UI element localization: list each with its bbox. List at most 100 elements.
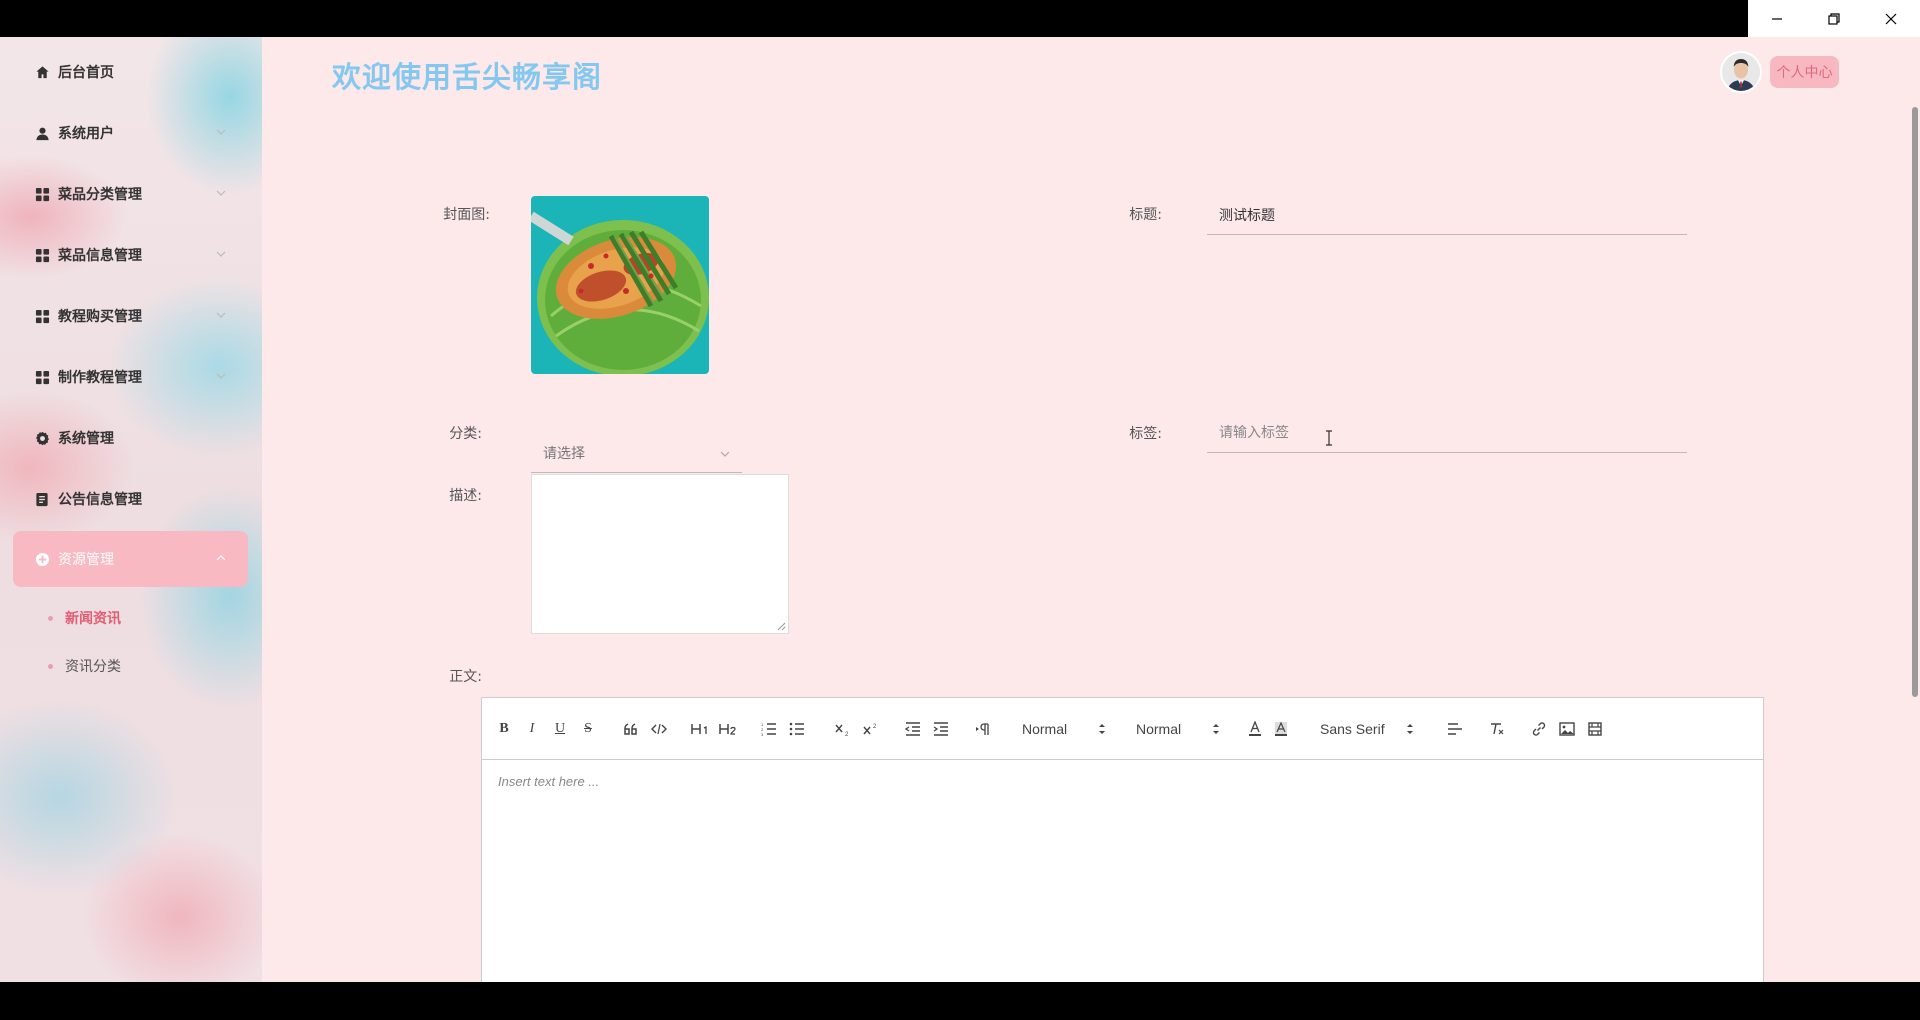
sidebar-item-resource-management[interactable]: 资源管理 [13, 531, 248, 587]
indent-button[interactable] [932, 720, 950, 738]
cover-image-upload[interactable] [531, 196, 709, 374]
header-1-button[interactable] [690, 720, 710, 738]
restore-button[interactable] [1805, 0, 1862, 37]
category-select[interactable]: 请选择 [531, 433, 742, 473]
ordered-list-button[interactable]: 123 [760, 720, 778, 738]
title-label: 标题: [1129, 207, 1162, 223]
quote-icon [624, 723, 637, 735]
font-picker-value: Sans Serif [1320, 721, 1385, 737]
svg-text:2: 2 [845, 732, 849, 736]
picker-arrows-icon [1213, 724, 1219, 734]
sidebar-item-label: 公告信息管理 [58, 492, 142, 508]
bold-button[interactable]: B [496, 720, 512, 738]
pilcrow-icon [976, 723, 989, 735]
link-icon [1532, 722, 1546, 736]
header-2-button[interactable] [718, 720, 738, 738]
tags-input[interactable] [1207, 413, 1687, 453]
scrollbar-thumb[interactable] [1912, 107, 1918, 697]
sidebar-item-tutorial-purchase[interactable]: 教程购买管理 [0, 291, 262, 341]
window-controls [1748, 0, 1920, 37]
link-button[interactable] [1530, 720, 1548, 738]
bullet-list-button[interactable] [788, 720, 806, 738]
sidebar-subitem-label: 资讯分类 [65, 659, 121, 675]
avatar-portrait [1722, 53, 1760, 91]
highlight-icon [1275, 721, 1287, 736]
sidebar-item-label: 后台首页 [58, 65, 114, 81]
blockquote-button[interactable] [622, 720, 640, 738]
sidebar: 后台首页 系统用户 菜品分类管理 菜品信息管理 教程购买管理 制作教程管理 系统… [0, 37, 262, 982]
sidebar-item-label: 资源管理 [58, 552, 114, 568]
sidebar-item-label: 教程购买管理 [58, 309, 142, 325]
strike-button[interactable]: S [580, 720, 596, 738]
sidebar-item-tutorial-making[interactable]: 制作教程管理 [0, 352, 262, 402]
image-button[interactable] [1558, 720, 1576, 738]
profile-center-button[interactable]: 个人中心 [1770, 56, 1839, 88]
background-color-button[interactable] [1272, 720, 1290, 738]
minimize-button[interactable] [1748, 0, 1805, 37]
size-picker[interactable]: Normal [1136, 718, 1220, 740]
sidebar-item-label: 制作教程管理 [58, 370, 142, 386]
close-button[interactable] [1863, 0, 1920, 37]
size-picker-value: Normal [1136, 721, 1182, 737]
svg-text:3: 3 [761, 732, 764, 736]
header-picker[interactable]: Normal [1022, 718, 1106, 740]
user-icon [34, 125, 50, 141]
editor-toolbar: B I U S 123 2 2 Normal Normal Sans Serif [482, 698, 1763, 760]
h2-icon [719, 724, 736, 735]
subscript-button[interactable]: 2 [834, 720, 852, 738]
video-button[interactable] [1586, 720, 1604, 738]
underline-button[interactable]: U [552, 720, 568, 738]
sidebar-item-announcement[interactable]: 公告信息管理 [0, 474, 262, 524]
font-picker[interactable]: Sans Serif [1320, 718, 1414, 740]
chevron-down-icon [216, 190, 226, 196]
code-block-button[interactable] [650, 720, 668, 738]
text-color-button[interactable] [1246, 720, 1264, 738]
close-icon [1885, 13, 1897, 24]
superscript-icon: 2 [863, 724, 877, 735]
editor-placeholder[interactable]: Insert text here ... [498, 774, 599, 789]
description-textarea[interactable] [531, 474, 789, 634]
header-picker-value: Normal [1022, 721, 1068, 737]
category-select-value: 请选择 [543, 445, 585, 462]
outdent-button[interactable] [904, 720, 922, 738]
indent-icon [933, 722, 948, 736]
gear-icon [34, 430, 50, 446]
sidebar-item-system-users[interactable]: 系统用户 [0, 108, 262, 158]
sidebar-item-home[interactable]: 后台首页 [0, 47, 262, 97]
grid-icon [34, 247, 50, 263]
sidebar-item-system-management[interactable]: 系统管理 [0, 413, 262, 463]
grid-icon [34, 186, 50, 202]
ordered-list-icon: 123 [761, 722, 776, 736]
title-input[interactable] [1207, 195, 1687, 235]
restore-icon [1828, 12, 1840, 25]
tags-label: 标签: [1129, 426, 1162, 442]
description-label: 描述: [449, 488, 482, 504]
home-icon [34, 64, 50, 80]
text-direction-button[interactable] [974, 720, 992, 738]
chevron-down-icon [216, 129, 226, 135]
outdent-icon [905, 722, 920, 736]
avatar[interactable] [1722, 53, 1760, 91]
document-icon [34, 491, 50, 507]
sidebar-item-dish-info[interactable]: 菜品信息管理 [0, 230, 262, 280]
resize-grip-icon[interactable] [777, 622, 786, 631]
picker-arrows-icon [1099, 724, 1105, 734]
italic-button[interactable]: I [524, 720, 540, 738]
sidebar-subitem-news[interactable]: 新闻资讯 [48, 606, 121, 630]
app-window: 后台首页 系统用户 菜品分类管理 菜品信息管理 教程购买管理 制作教程管理 系统… [0, 37, 1920, 982]
superscript-button[interactable]: 2 [862, 720, 880, 738]
sidebar-item-label: 系统用户 [58, 126, 114, 142]
picker-arrows-icon [1407, 724, 1413, 734]
bullet-dot [48, 663, 53, 669]
image-icon [1559, 722, 1575, 736]
font-color-icon [1249, 721, 1261, 736]
sidebar-item-label: 菜品分类管理 [58, 187, 142, 203]
clear-format-button[interactable] [1488, 720, 1506, 738]
sidebar-subitem-news-category[interactable]: 资讯分类 [48, 654, 121, 678]
resource-icon [34, 551, 50, 567]
video-icon [1588, 722, 1602, 736]
subscript-icon: 2 [835, 724, 849, 736]
align-button[interactable] [1446, 720, 1464, 738]
chevron-down-icon [216, 373, 226, 379]
sidebar-item-dish-category[interactable]: 菜品分类管理 [0, 169, 262, 219]
